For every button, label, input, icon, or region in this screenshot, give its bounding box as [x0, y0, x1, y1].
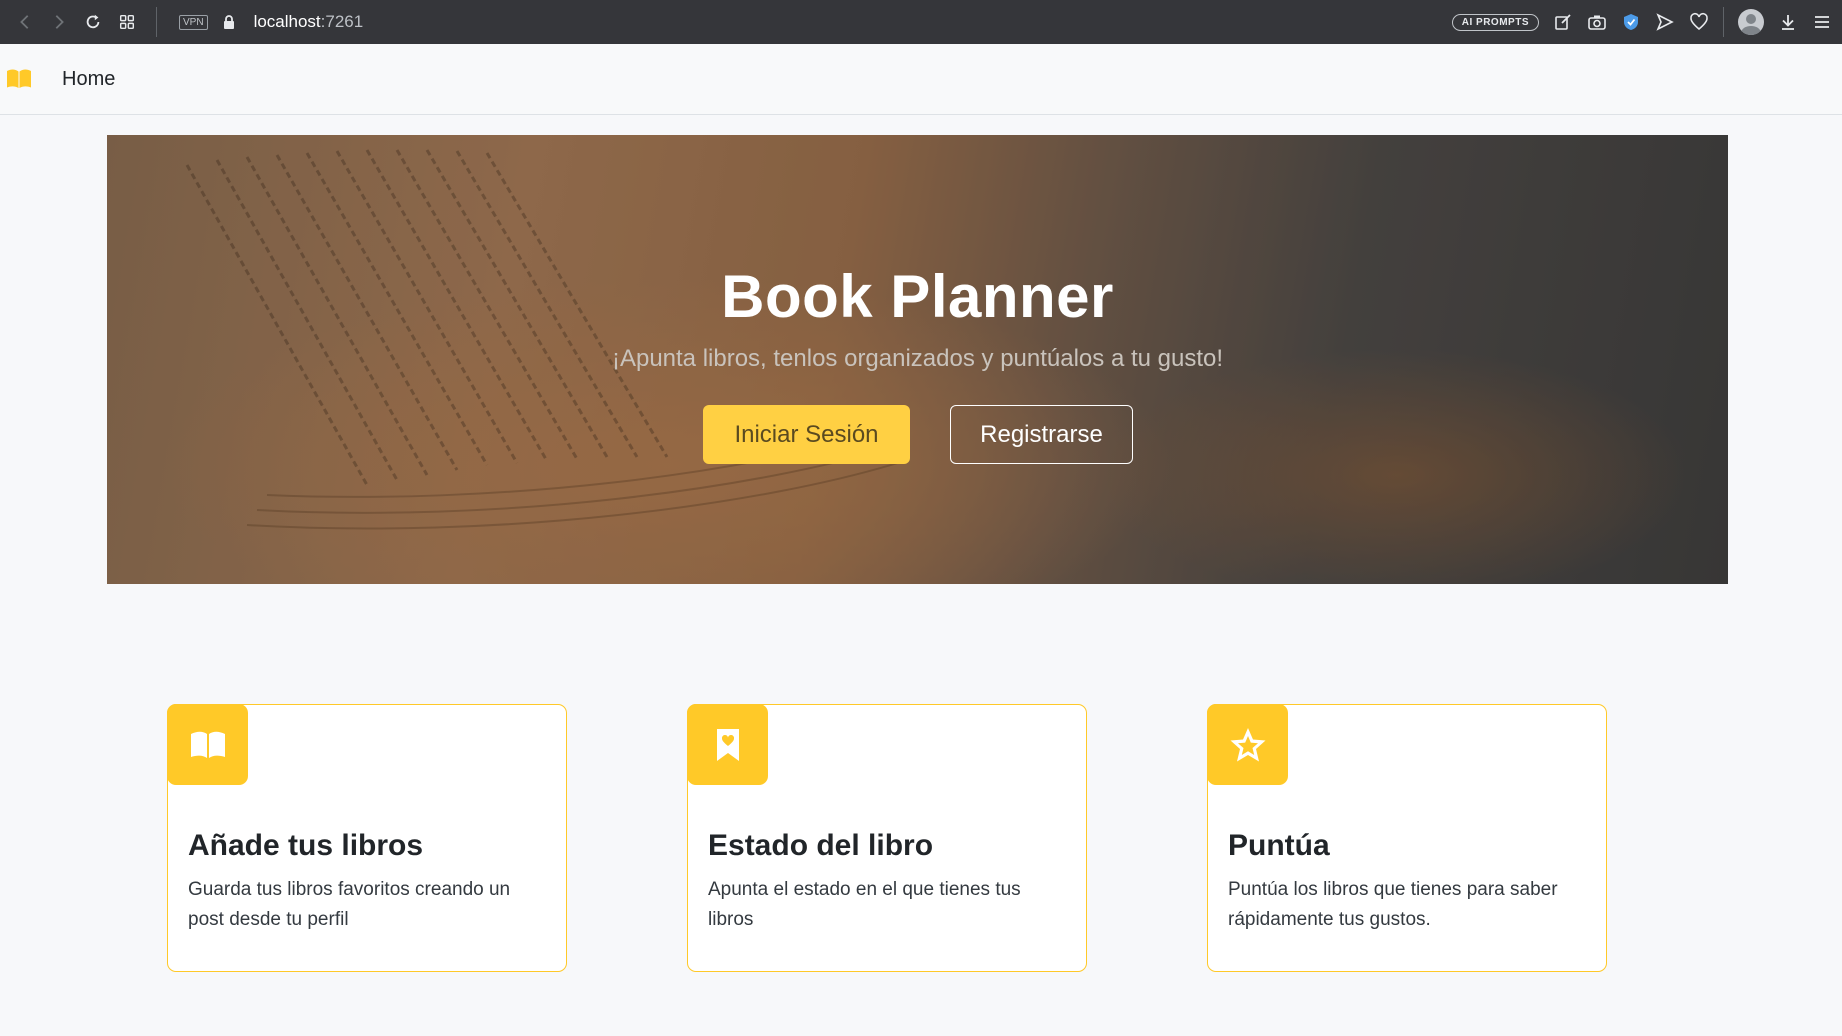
- camera-icon[interactable]: [1587, 12, 1607, 32]
- url-port: :7261: [320, 12, 364, 31]
- nav-home-link[interactable]: Home: [62, 68, 115, 91]
- star-icon: [1207, 704, 1288, 785]
- forward-icon[interactable]: [44, 7, 74, 37]
- edit-icon[interactable]: [1553, 12, 1573, 32]
- download-icon[interactable]: [1778, 12, 1798, 32]
- feature-title: Puntúa: [1228, 829, 1330, 862]
- feature-text: Apunta el estado en el que tienes tus li…: [708, 879, 1021, 930]
- reload-icon[interactable]: [78, 7, 108, 37]
- menu-icon[interactable]: [1812, 12, 1832, 32]
- feature-text: Puntúa los libros que tienes para saber …: [1228, 879, 1558, 930]
- feature-card-rate: Puntúa Puntúa los libros que tienes para…: [1207, 704, 1607, 972]
- browser-toolbar: VPN localhost:7261 AI PROMPTS: [0, 0, 1842, 44]
- lock-icon[interactable]: [222, 14, 236, 30]
- hero-title: Book Planner: [721, 263, 1114, 330]
- open-book-icon[interactable]: [6, 68, 32, 90]
- hero-banner: Book Planner ¡Apunta libros, tenlos orga…: [107, 135, 1728, 584]
- toolbar-divider-right: [1723, 7, 1724, 37]
- feature-card-book-status: Estado del libro Apunta el estado en el …: [687, 704, 1087, 972]
- feature-title: Añade tus libros: [188, 829, 424, 862]
- vpn-badge[interactable]: VPN: [179, 14, 208, 30]
- ai-prompts-button[interactable]: AI PROMPTS: [1451, 13, 1539, 31]
- url-host: localhost: [253, 12, 321, 31]
- register-button[interactable]: Registrarse: [950, 405, 1133, 464]
- feature-card-add-books: Añade tus libros Guarda tus libros favor…: [167, 704, 567, 972]
- toolbar-divider: [156, 7, 157, 37]
- book-icon: [167, 704, 248, 785]
- back-icon[interactable]: [10, 7, 40, 37]
- hero-subtitle: ¡Apunta libros, tenlos organizados y pun…: [611, 345, 1224, 372]
- feature-title: Estado del libro: [708, 829, 934, 862]
- send-icon[interactable]: [1655, 12, 1675, 32]
- address-bar[interactable]: localhost:7261: [254, 12, 364, 32]
- site-navbar: Home: [0, 44, 1842, 115]
- tabs-grid-icon[interactable]: [112, 7, 142, 37]
- heart-icon[interactable]: [1689, 12, 1709, 32]
- bookmark-heart-icon: [687, 704, 768, 785]
- profile-icon[interactable]: [1738, 9, 1764, 35]
- feature-text: Guarda tus libros favoritos creando un p…: [188, 879, 511, 930]
- login-button[interactable]: Iniciar Sesión: [703, 405, 910, 464]
- shield-icon[interactable]: [1621, 12, 1641, 32]
